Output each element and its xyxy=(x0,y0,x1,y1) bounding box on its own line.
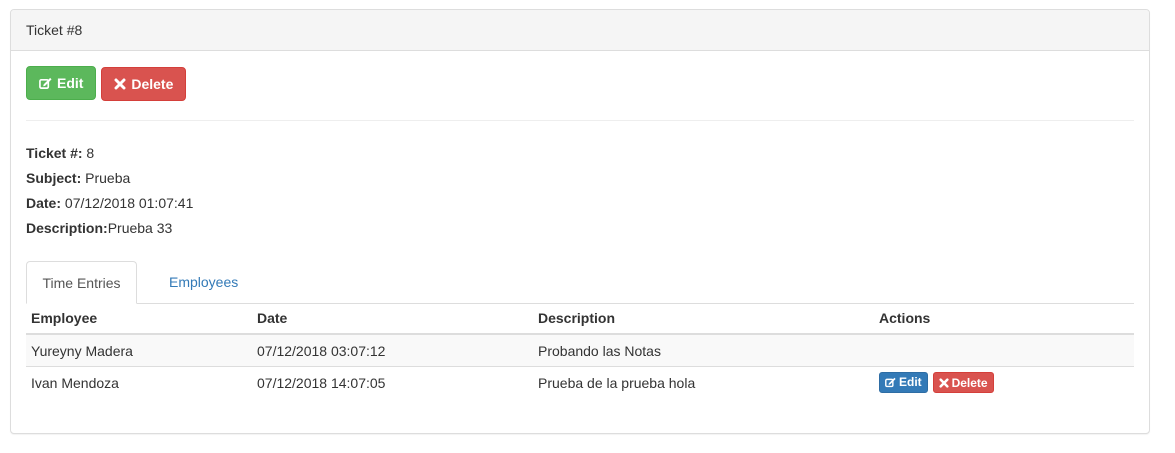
actions-cell: Edit Delete xyxy=(874,366,1134,398)
actions-cell xyxy=(874,333,1134,367)
description-value: Prueba 33 xyxy=(107,220,173,236)
row-edit-label: Edit xyxy=(899,375,922,390)
description-row: Description:Prueba 33 xyxy=(26,216,193,241)
subject-label: Subject: xyxy=(26,170,82,186)
description-label: Description: xyxy=(26,220,108,236)
time-entries-table: Employee Date Description Actions Yureyn… xyxy=(26,303,1134,398)
ticket-actions: Edit Delete xyxy=(26,66,187,101)
subject-value: Prueba xyxy=(81,170,131,186)
delete-button[interactable]: Delete xyxy=(101,66,187,101)
date-row: Date: 07/12/2018 01:07:41 xyxy=(26,191,193,216)
ticket-details: Ticket #: 8 Subject: Prueba Date: 07/12/… xyxy=(26,141,193,241)
ticket-panel: Ticket #8 Edit Delete Ticket #: 8 Subjec… xyxy=(10,9,1150,434)
delete-label: Delete xyxy=(131,75,174,92)
tab-employees[interactable]: Employees xyxy=(154,261,253,303)
column-header: Employee xyxy=(26,303,252,335)
ticket-number-label: Ticket #: xyxy=(26,145,83,161)
date-cell: 07/12/2018 14:07:05 xyxy=(252,366,533,398)
description-cell: Probando las Notas xyxy=(533,333,874,367)
employee-cell: Yureyny Madera xyxy=(26,333,252,367)
times-icon xyxy=(114,78,126,90)
row-edit-button[interactable]: Edit xyxy=(879,371,928,393)
ticket-number-row: Ticket #: 8 xyxy=(26,141,193,166)
column-header: Date xyxy=(252,303,533,335)
date-cell: 07/12/2018 03:07:12 xyxy=(252,333,533,367)
date-value: 07/12/2018 01:07:41 xyxy=(61,195,194,211)
edit-icon xyxy=(39,77,52,90)
table-row: Yureyny Madera 07/12/2018 03:07:12 Proba… xyxy=(26,333,1134,367)
ticket-number-value: 8 xyxy=(82,145,95,161)
employee-cell: Ivan Mendoza xyxy=(26,366,252,398)
description-cell: Prueba de la prueba hola xyxy=(533,366,874,398)
column-header: Actions xyxy=(874,303,1134,335)
table-row: Ivan Mendoza 07/12/2018 14:07:05 Prueba … xyxy=(26,366,1134,398)
divider xyxy=(26,120,1134,121)
times-icon xyxy=(938,378,949,388)
date-label: Date: xyxy=(26,195,62,211)
tab-time-entries[interactable]: Time Entries xyxy=(26,261,137,304)
column-header: Description xyxy=(533,303,874,335)
tab-bar: Time Entries Employees xyxy=(26,261,1134,304)
panel-title: Ticket #8 xyxy=(11,10,1149,51)
edit-button[interactable]: Edit xyxy=(26,66,97,100)
row-delete-label: Delete xyxy=(951,375,988,390)
row-delete-button[interactable]: Delete xyxy=(932,372,994,394)
edit-icon xyxy=(885,377,896,388)
subject-row: Subject: Prueba xyxy=(26,166,193,191)
edit-label: Edit xyxy=(57,75,84,91)
